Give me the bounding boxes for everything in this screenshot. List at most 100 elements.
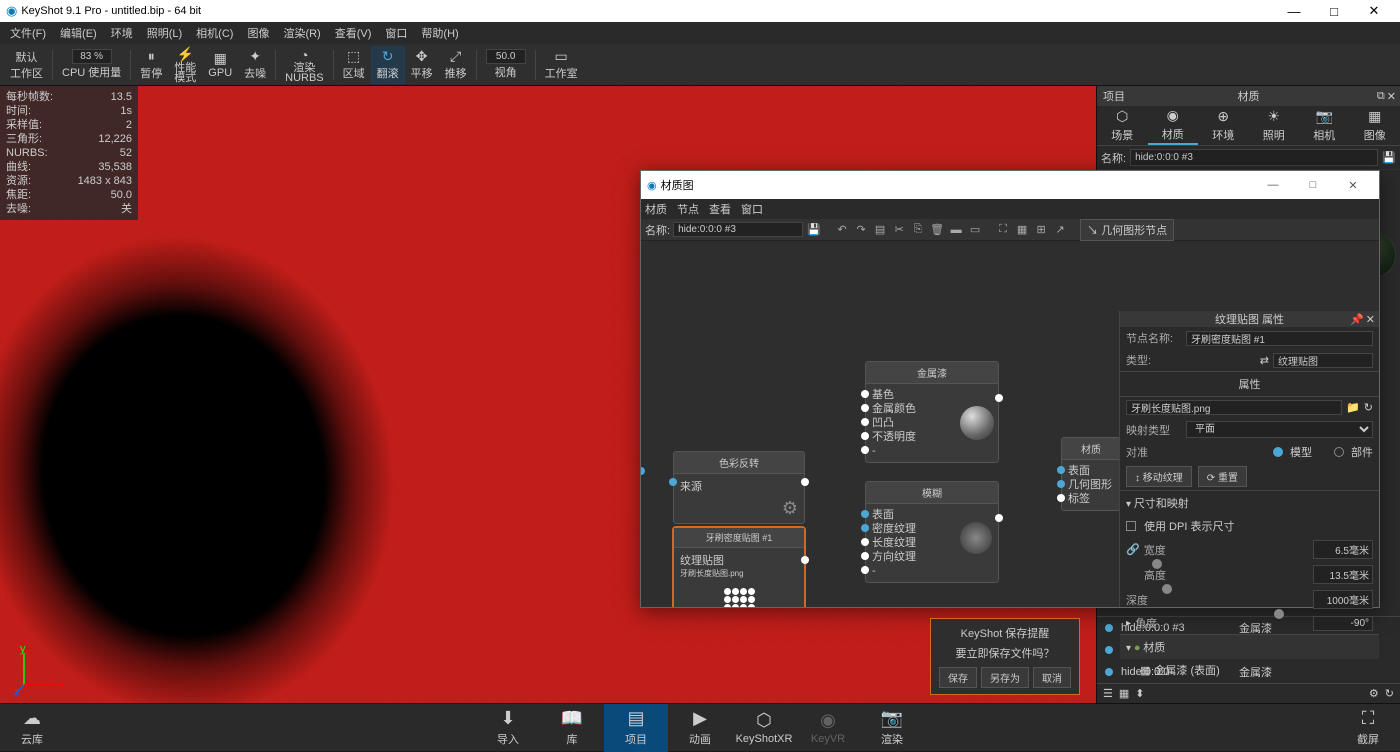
node-material-output[interactable]: 材质 表面 几何图形 标签: [1061, 437, 1121, 511]
maximize-button[interactable]: □: [1314, 4, 1354, 19]
pause-button[interactable]: ⏸暂停: [134, 46, 168, 84]
menu-edit[interactable]: 编辑(E): [54, 23, 103, 43]
menu-camera[interactable]: 相机(C): [190, 23, 239, 43]
region-button[interactable]: ⬚区域: [337, 46, 371, 84]
mg-minimize-button[interactable]: —: [1253, 179, 1293, 191]
mg-menu-material[interactable]: 材质: [645, 201, 667, 217]
node-texture-map[interactable]: 牙刷密度贴图 #1 纹理贴图 牙刷长度贴图.png: [673, 527, 805, 607]
filter-icon[interactable]: ⚙: [1369, 687, 1379, 700]
node-name-input[interactable]: [1186, 331, 1373, 346]
mg-menu-node[interactable]: 节点: [677, 201, 699, 217]
menu-window[interactable]: 窗口: [379, 23, 413, 43]
menu-help[interactable]: 帮助(H): [415, 23, 464, 43]
height-input[interactable]: 13.5毫米: [1313, 565, 1373, 584]
tab-camera[interactable]: 📷相机: [1299, 106, 1350, 145]
tool-icon[interactable]: ▤: [872, 222, 888, 238]
render-button[interactable]: 📷渲染: [860, 704, 924, 752]
save-button[interactable]: 保存: [939, 667, 977, 688]
link-icon[interactable]: 🔗: [1126, 543, 1140, 556]
props-close-icon[interactable]: ✕: [1366, 313, 1375, 326]
geom-nodes-button[interactable]: ↘ 几何图形节点: [1080, 219, 1174, 241]
tab-material[interactable]: ◉材质: [1148, 106, 1199, 145]
save-icon[interactable]: 💾: [806, 222, 822, 238]
size-section-header[interactable]: 尺寸和映射: [1134, 498, 1189, 510]
attr-tab[interactable]: 属性: [1120, 371, 1379, 397]
material-section[interactable]: 材质: [1143, 642, 1165, 654]
mg-menu-window[interactable]: 窗口: [741, 201, 763, 217]
save-as-button[interactable]: 另存为: [981, 667, 1029, 688]
tool-icon[interactable]: ⊞: [1033, 222, 1049, 238]
tab-environment[interactable]: ⊕环境: [1198, 106, 1249, 145]
mg-close-button[interactable]: ✕: [1333, 179, 1373, 192]
mg-titlebar[interactable]: ◉ 材质图 — □ ✕: [641, 171, 1379, 199]
dpi-checkbox[interactable]: [1126, 521, 1136, 531]
tab-image[interactable]: ▦图像: [1350, 106, 1400, 145]
reset-button[interactable]: ⟳ 重置: [1198, 466, 1247, 487]
node-metal-paint[interactable]: 金属漆 基色 金属颜色 凹凸 不透明度 -: [865, 361, 999, 463]
menu-environment[interactable]: 环境: [105, 23, 139, 43]
axis-gizmo[interactable]: yxz: [14, 645, 64, 695]
save-icon[interactable]: 💾: [1382, 151, 1396, 164]
keyvr-button[interactable]: ◉KeyVR: [796, 704, 860, 752]
fit-icon[interactable]: ⛶: [995, 222, 1011, 238]
width-input[interactable]: 6.5毫米: [1313, 540, 1373, 559]
studio-button[interactable]: ▭工作室: [539, 46, 584, 84]
file-input[interactable]: [1126, 400, 1342, 415]
folder-icon[interactable]: 📁: [1346, 401, 1360, 414]
menu-file[interactable]: 文件(F): [4, 23, 52, 43]
tab-lighting[interactable]: ☀照明: [1249, 106, 1300, 145]
mapping-select[interactable]: 平面: [1186, 421, 1373, 438]
menu-lighting[interactable]: 照明(L): [141, 23, 188, 43]
node-blur[interactable]: 模糊 表面 密度纹理 长度纹理 方向纹理 -: [865, 481, 999, 583]
reload-icon[interactable]: ↻: [1364, 401, 1373, 414]
dolly-button[interactable]: ⤢推移: [439, 46, 473, 84]
workspace-default[interactable]: 默认工作区: [4, 46, 49, 84]
import-button[interactable]: ⬇导入: [476, 704, 540, 752]
material-name-input[interactable]: [1130, 149, 1378, 166]
node-color-invert[interactable]: 色彩反转 来源 ⚙: [673, 451, 805, 524]
library-button[interactable]: 📖库: [540, 704, 604, 752]
cpu-button[interactable]: 83 %CPU 使用量: [56, 46, 127, 84]
angle-input[interactable]: -90°: [1313, 616, 1373, 631]
nurbs-button[interactable]: ◔渲染 NURBS: [279, 46, 330, 84]
mg-menu-view[interactable]: 查看: [709, 201, 731, 217]
pin-icon[interactable]: 📌: [1350, 313, 1364, 326]
tool-icon[interactable]: ▭: [967, 222, 983, 238]
animation-button[interactable]: ▶动画: [668, 704, 732, 752]
project-button[interactable]: ▤项目: [604, 704, 668, 752]
move-texture-button[interactable]: ↕ 移动纹理: [1126, 466, 1192, 487]
view-list-icon[interactable]: ☰: [1103, 687, 1113, 700]
tumble-button[interactable]: ↻翻滚: [371, 46, 405, 84]
minimize-button[interactable]: —: [1274, 4, 1314, 19]
refresh-icon[interactable]: ↻: [1385, 687, 1394, 700]
menu-render[interactable]: 渲染(R): [277, 23, 326, 43]
close-button[interactable]: ✕: [1354, 3, 1394, 19]
mg-maximize-button[interactable]: □: [1293, 179, 1333, 191]
undo-icon[interactable]: ↶: [834, 222, 850, 238]
fov-button[interactable]: 50.0视角: [480, 46, 532, 84]
menu-image[interactable]: 图像: [241, 23, 275, 43]
tool-icon[interactable]: ▬: [948, 222, 964, 238]
surface-item[interactable]: 金属漆 (表面): [1154, 662, 1219, 678]
expand-icon[interactable]: ↗: [1052, 222, 1068, 238]
menu-view[interactable]: 查看(V): [329, 23, 378, 43]
cloud-library-button[interactable]: ☁云库: [0, 704, 64, 752]
view-grid-icon[interactable]: ▦: [1119, 687, 1129, 700]
denoise-button[interactable]: ✦去噪: [238, 46, 272, 84]
keyshotxr-button[interactable]: ⬡KeyShotXR: [732, 704, 796, 752]
depth-input[interactable]: 1000毫米: [1313, 590, 1373, 609]
type-swap-icon[interactable]: ⇄: [1260, 354, 1269, 367]
copy-icon[interactable]: ⎘: [910, 222, 926, 238]
tab-scene[interactable]: ⬡场景: [1097, 106, 1148, 145]
panel-close-icon[interactable]: ✕: [1387, 90, 1396, 103]
redo-icon[interactable]: ↷: [853, 222, 869, 238]
mg-name-input[interactable]: [673, 222, 803, 237]
cancel-button[interactable]: 取消: [1033, 667, 1071, 688]
gpu-button[interactable]: ▦GPU: [202, 46, 238, 84]
screenshot-button[interactable]: ⛶截屏: [1336, 704, 1400, 752]
perf-mode-button[interactable]: ⚡性能 模式: [168, 46, 202, 84]
grid-icon[interactable]: ▦: [1014, 222, 1030, 238]
delete-icon[interactable]: 🗑: [929, 222, 945, 238]
type-input[interactable]: [1273, 353, 1373, 368]
panel-undock-icon[interactable]: ⧉: [1377, 90, 1385, 103]
